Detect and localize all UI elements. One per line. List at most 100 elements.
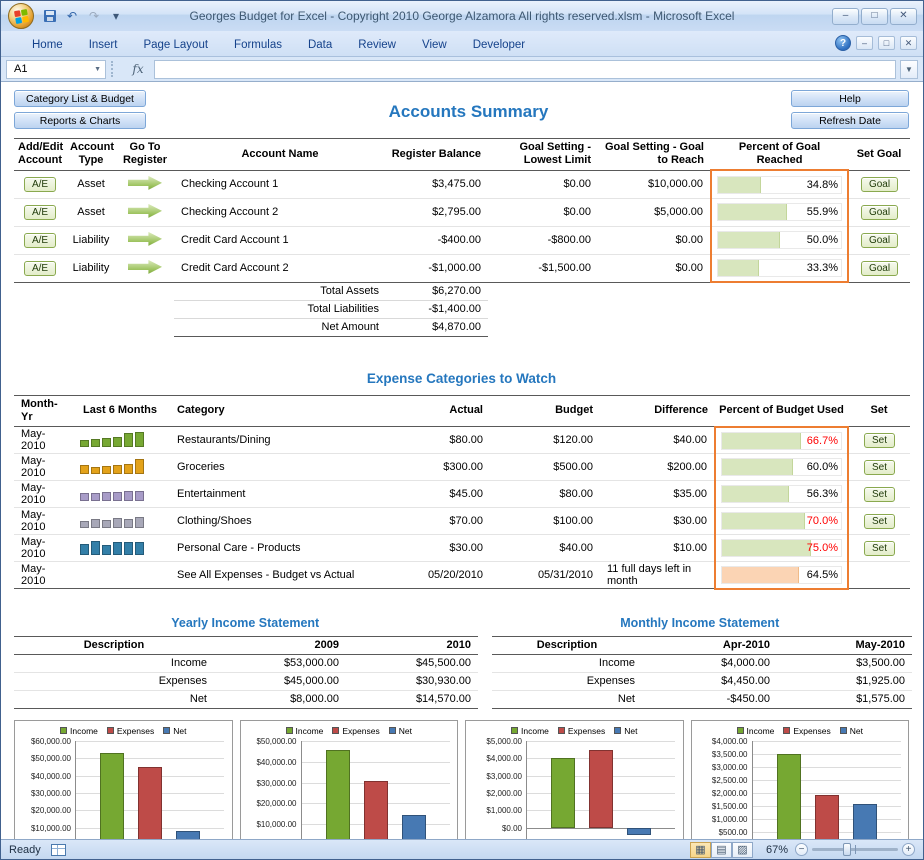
expense-difference: $200.00 [600, 454, 715, 481]
expense-category: See All Expenses - Budget vs Actual [170, 562, 390, 589]
legend-swatch [163, 727, 170, 734]
tab-formulas[interactable]: Formulas [221, 35, 295, 56]
expense-category: Clothing/Shoes [170, 508, 390, 535]
col-header-goal-to-reach: Goal Setting - Goal to Reach [598, 139, 711, 171]
zoom-out-button[interactable]: − [795, 843, 808, 856]
normal-view-button[interactable]: ▦ [690, 842, 711, 858]
set-budget-button[interactable]: Set [864, 433, 895, 448]
add-edit-account-button[interactable]: A/E [24, 205, 56, 220]
set-goal-button[interactable]: Goal [861, 261, 898, 276]
chart-may-2010[interactable]: IncomeExpensesNet $4,000.00$3,500.00$3,0… [691, 720, 910, 839]
macro-record-icon[interactable] [51, 844, 66, 856]
arrow-right-icon [128, 232, 162, 246]
tab-review[interactable]: Review [345, 35, 409, 56]
save-button[interactable] [41, 7, 59, 25]
spark-bar [124, 542, 133, 555]
name-box-dropdown-icon[interactable]: ▼ [94, 66, 101, 73]
tab-view[interactable]: View [409, 35, 460, 56]
go-to-register-button[interactable] [128, 232, 162, 246]
chart-bar-income [777, 754, 801, 839]
office-button[interactable] [8, 3, 34, 29]
page-break-view-button[interactable]: ▨ [732, 842, 753, 858]
legend-item: Income [511, 726, 549, 736]
zoom-slider-thumb[interactable] [843, 843, 851, 856]
insert-function-button[interactable]: fx [126, 60, 150, 79]
spark-bar [113, 542, 122, 555]
days-progress-cell: 64.5% [720, 565, 843, 585]
legend-label: Net [399, 726, 412, 736]
value-may: $1,575.00 [777, 690, 912, 708]
legend-swatch [558, 727, 565, 734]
expense-row: May-2010 Restaurants/Dining $80.00 $120.… [14, 427, 910, 454]
tab-home[interactable]: Home [19, 35, 76, 56]
set-budget-button[interactable]: Set [864, 541, 895, 556]
go-to-register-button[interactable] [128, 176, 162, 190]
workbook-restore-button[interactable]: □ [878, 36, 895, 50]
budget-percent: 60.0% [807, 461, 838, 473]
spark-bar [91, 467, 100, 474]
col-header-percent-used: Percent of Budget Used [715, 395, 848, 426]
arrow-right-icon [128, 204, 162, 218]
legend-swatch [614, 727, 621, 734]
spark-bar [113, 465, 122, 474]
workbook-minimize-button[interactable]: – [856, 36, 873, 50]
worksheet[interactable]: Category List & Budget Reports & Charts … [1, 82, 923, 839]
tab-insert[interactable]: Insert [76, 35, 131, 56]
zoom-slider-track[interactable] [812, 848, 898, 851]
zoom-level[interactable]: 67% [760, 844, 788, 856]
set-budget-button[interactable]: Set [864, 460, 895, 475]
value-apr: -$450.00 [642, 690, 777, 708]
set-goal-button[interactable]: Goal [861, 205, 898, 220]
set-goal-button[interactable]: Goal [861, 177, 898, 192]
axis-tick-label: $1,500.00 [712, 802, 748, 811]
add-edit-account-button[interactable]: A/E [24, 177, 56, 192]
qat-customize-button[interactable]: ▾ [107, 7, 125, 25]
minimize-button[interactable]: – [832, 8, 859, 25]
set-budget-button[interactable]: Set [864, 514, 895, 529]
workbook-close-button[interactable]: ✕ [900, 36, 917, 50]
help-icon[interactable]: ? [835, 35, 851, 51]
register-balance: $3,475.00 [386, 170, 488, 198]
expand-formula-bar-icon[interactable]: ▼ [900, 60, 918, 79]
legend-label: Expenses [117, 726, 154, 736]
chart-bar-net [402, 815, 426, 839]
spark-bar [135, 459, 144, 474]
chart-bar-expenses [589, 750, 613, 827]
legend-item: Net [840, 726, 863, 736]
name-box[interactable]: A1 ▼ [6, 60, 106, 79]
spark-bar [113, 437, 122, 447]
close-button[interactable]: ✕ [890, 8, 917, 25]
expense-row: May-2010 Groceries $300.00 $500.00 $200.… [14, 454, 910, 481]
go-to-register-button[interactable] [128, 260, 162, 274]
set-budget-button[interactable]: Set [864, 487, 895, 502]
tab-data[interactable]: Data [295, 35, 345, 56]
reports-charts-button[interactable]: Reports & Charts [14, 112, 146, 129]
tab-developer[interactable]: Developer [460, 35, 538, 56]
expense-summary-row: May-2010 See All Expenses - Budget vs Ac… [14, 562, 910, 589]
refresh-date-button[interactable]: Refresh Date [791, 112, 909, 129]
maximize-button[interactable]: □ [861, 8, 888, 25]
col-header-category: Category [170, 395, 390, 426]
legend-label: Income [70, 726, 98, 736]
help-button[interactable]: Help [791, 90, 909, 107]
go-to-register-button[interactable] [128, 204, 162, 218]
page-layout-view-button[interactable]: ▤ [711, 842, 732, 858]
category-list-budget-button[interactable]: Category List & Budget [14, 90, 146, 107]
chart-2009[interactable]: IncomeExpensesNet $60,000.00$50,000.00$4… [14, 720, 233, 839]
expense-budget: $500.00 [490, 454, 600, 481]
spark-bar [124, 519, 133, 528]
gridline [76, 741, 224, 742]
tab-page-layout[interactable]: Page Layout [130, 35, 221, 56]
charts-row: IncomeExpensesNet $60,000.00$50,000.00$4… [14, 720, 909, 839]
chart-apr-2010[interactable]: IncomeExpensesNet $5,000.00$4,000.00$3,0… [465, 720, 684, 839]
zoom-in-button[interactable]: + [902, 843, 915, 856]
set-goal-button[interactable]: Goal [861, 233, 898, 248]
redo-button[interactable]: ↷ [85, 7, 103, 25]
undo-button[interactable]: ↶ [63, 7, 81, 25]
add-edit-account-button[interactable]: A/E [24, 261, 56, 276]
add-edit-account-button[interactable]: A/E [24, 233, 56, 248]
last-6-months-sparkline [80, 539, 144, 555]
formula-input[interactable] [154, 60, 896, 79]
cell-reference: A1 [14, 63, 27, 75]
chart-2010[interactable]: IncomeExpensesNet $50,000.00$40,000.00$3… [240, 720, 459, 839]
